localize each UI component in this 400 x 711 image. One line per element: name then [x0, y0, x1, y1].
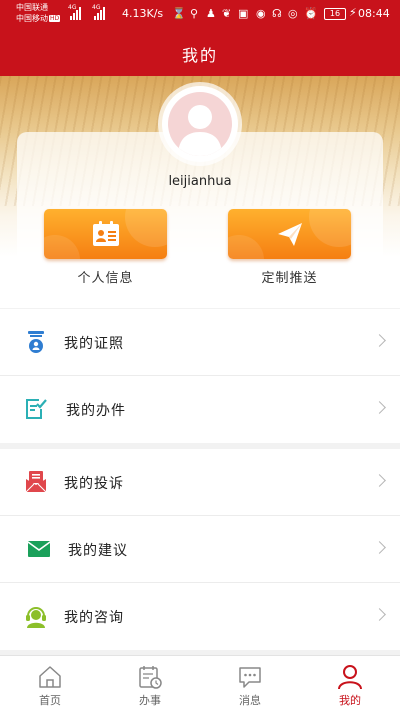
app-icon: ▣ — [238, 7, 249, 20]
eye-icon: ◎ — [288, 7, 298, 20]
chat-bubble-icon — [239, 667, 261, 688]
custom-push-label: 定制推送 — [261, 271, 318, 286]
nav-tab-mine[interactable]: 我的 — [300, 656, 400, 711]
calendar-clock-icon — [139, 666, 162, 689]
chevron-right-icon — [373, 401, 386, 414]
avatar[interactable] — [162, 86, 238, 162]
page-title: 我的 — [181, 46, 218, 65]
nav-label: 我的 — [339, 694, 361, 707]
signal-icon — [94, 6, 105, 20]
weibo-icon: ❦ — [222, 7, 232, 20]
carrier-2: 中国移动 — [16, 14, 48, 23]
chevron-right-icon — [373, 608, 386, 621]
alarm-icon: ⏰ — [304, 7, 318, 20]
hd-badge: HD — [49, 15, 61, 22]
custom-push-button[interactable] — [228, 209, 351, 259]
complaint-envelope-icon — [25, 471, 47, 493]
search-icon: ⚲ — [190, 7, 199, 20]
personal-info-button[interactable] — [44, 209, 167, 259]
mail-icon — [27, 541, 51, 557]
chevron-right-icon — [373, 474, 386, 487]
bolt-icon: ⚡ — [349, 6, 357, 19]
title-bar: 我的 — [0, 30, 400, 76]
menu-item-label: 我的建议 — [68, 543, 128, 559]
menu-group-feedback: 我的投诉 我的建议 我的咨询 — [0, 449, 400, 650]
menu-group-primary: 我的证照 我的办件 — [0, 309, 400, 443]
battery-level: 16 — [329, 9, 341, 18]
carrier-1: 中国联通 — [16, 3, 48, 12]
status-bar: 中国联通 中国移动 HD 4G 4G 4.13K/s ⌛ ⚲ ♟ ❦ ▣ ◉ ☊ … — [0, 0, 400, 30]
menu-item-label: 我的办件 — [66, 403, 126, 419]
nav-tab-messages[interactable]: 消息 — [200, 656, 300, 711]
carrier-info: 中国联通 中国移动 HD — [16, 2, 61, 24]
qq-icon: ♟ — [206, 7, 216, 20]
nav-label: 消息 — [239, 694, 261, 707]
chevron-right-icon — [373, 541, 386, 554]
username: leijianhua — [168, 174, 232, 189]
signal-icon — [70, 6, 81, 20]
clock: 08:44 — [358, 7, 390, 20]
nav-tab-services[interactable]: 办事 — [100, 656, 200, 711]
paper-plane-icon — [278, 223, 302, 246]
network-speed: 4.13K/s — [122, 7, 164, 20]
bottom-nav: 首页 办事 消息 我的 — [0, 655, 400, 711]
avatar-placeholder-icon — [168, 92, 232, 156]
menu-item-my-tasks[interactable]: 我的办件 — [0, 376, 400, 443]
signal-app-icon: ◉ — [256, 7, 266, 20]
menu-item-label: 我的咨询 — [64, 610, 124, 626]
nav-label: 办事 — [139, 694, 161, 707]
person-icon — [338, 665, 362, 690]
id-card-icon — [93, 221, 119, 246]
home-icon — [39, 666, 61, 688]
hourglass-icon: ⌛ — [172, 7, 186, 20]
menu-item-my-licenses[interactable]: 我的证照 — [0, 309, 400, 376]
menu-item-label: 我的投诉 — [64, 476, 124, 492]
license-icon — [28, 331, 44, 353]
personal-info-label: 个人信息 — [77, 271, 134, 286]
battery-icon: 16 — [324, 8, 346, 20]
menu-item-my-consultations[interactable]: 我的咨询 — [0, 583, 400, 650]
menu-item-my-suggestions[interactable]: 我的建议 — [0, 516, 400, 583]
menu-item-my-complaints[interactable]: 我的投诉 — [0, 449, 400, 516]
nav-tab-home[interactable]: 首页 — [0, 656, 100, 711]
menu-item-label: 我的证照 — [64, 336, 124, 352]
chevron-right-icon — [373, 334, 386, 347]
headset-icon: ☊ — [272, 7, 282, 20]
task-check-icon — [26, 399, 47, 419]
nav-label: 首页 — [39, 694, 61, 707]
consult-headset-icon — [26, 607, 46, 628]
